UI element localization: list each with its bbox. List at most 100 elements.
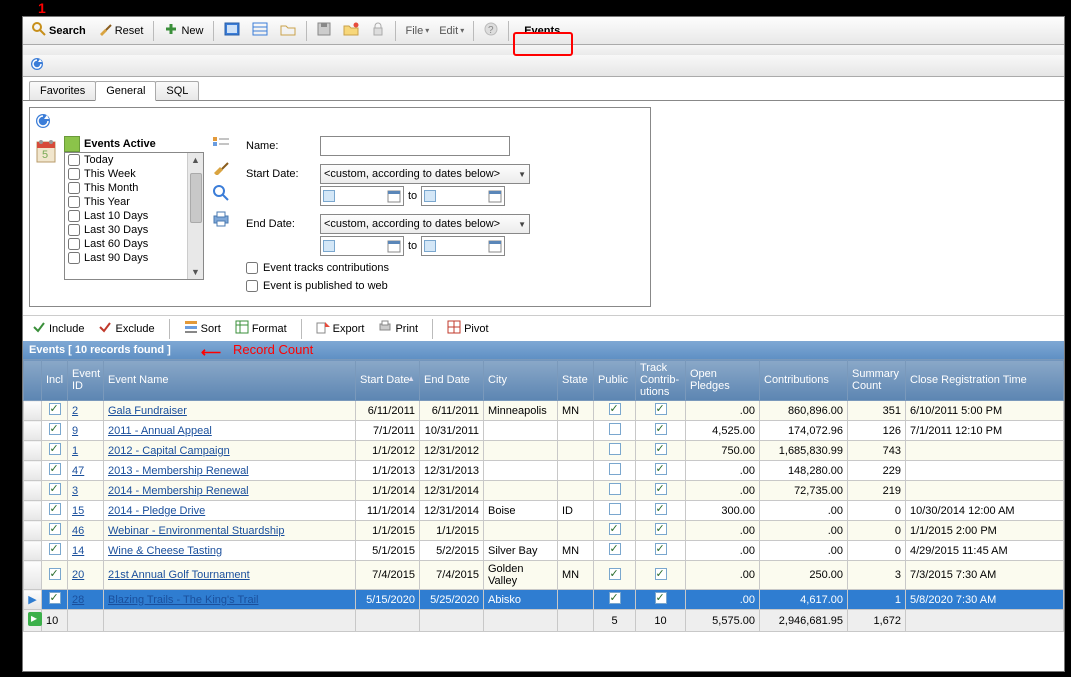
id-link[interactable]: 47 xyxy=(72,465,84,477)
name-link[interactable]: 2011 - Annual Appeal xyxy=(108,425,212,437)
cell-name[interactable]: Blazing Trails - The King's Trail xyxy=(104,590,356,610)
cell-name[interactable]: 2012 - Capital Campaign xyxy=(104,441,356,461)
table-row[interactable]: 472013 - Membership Renewal1/1/201312/31… xyxy=(24,461,1064,481)
tab-sql[interactable]: SQL xyxy=(155,81,199,100)
cell-name[interactable]: Gala Fundraiser xyxy=(104,401,356,421)
cell-name[interactable]: 2011 - Annual Appeal xyxy=(104,421,356,441)
cell-track[interactable] xyxy=(636,401,686,421)
table-row[interactable]: ▶28Blazing Trails - The King's Trail5/15… xyxy=(24,590,1064,610)
folder-button[interactable] xyxy=(275,19,301,42)
calendar-small-icon[interactable] xyxy=(387,189,401,203)
checkbox-icon[interactable] xyxy=(655,483,667,495)
date-range-checkbox[interactable] xyxy=(68,154,80,166)
lock-button[interactable] xyxy=(366,19,390,42)
end-date-from[interactable] xyxy=(320,236,404,256)
name-link[interactable]: Webinar - Environmental Stuardship xyxy=(108,525,285,537)
cell-id[interactable]: 14 xyxy=(68,541,104,561)
panel-grey-button[interactable] xyxy=(247,19,273,42)
table-row[interactable]: 152014 - Pledge Drive11/1/201412/31/2014… xyxy=(24,501,1064,521)
col-incl[interactable]: Incl xyxy=(42,360,68,401)
cell-incl[interactable] xyxy=(42,501,68,521)
date-range-list[interactable]: TodayThis WeekThis MonthThis YearLast 10… xyxy=(64,152,204,280)
checkbox-icon[interactable] xyxy=(609,443,621,455)
checkbox-icon[interactable] xyxy=(609,592,621,604)
export-button[interactable]: Export xyxy=(313,318,368,339)
id-link[interactable]: 14 xyxy=(72,545,84,557)
cell-track[interactable] xyxy=(636,501,686,521)
refresh-icon[interactable] xyxy=(34,112,52,130)
checkbox-icon[interactable] xyxy=(609,463,621,475)
cell-name[interactable]: Wine & Cheese Tasting xyxy=(104,541,356,561)
tab-general[interactable]: General xyxy=(95,81,156,101)
checkbox-icon[interactable] xyxy=(49,403,61,415)
col-public[interactable]: Public xyxy=(594,360,636,401)
checkbox-icon[interactable] xyxy=(655,423,667,435)
search-button[interactable]: Search xyxy=(27,19,91,42)
checkbox-icon[interactable] xyxy=(655,523,667,535)
col-state[interactable]: State xyxy=(558,360,594,401)
cell-track[interactable] xyxy=(636,521,686,541)
checkbox-icon[interactable] xyxy=(655,592,667,604)
cell-public[interactable] xyxy=(594,541,636,561)
checkbox-icon[interactable] xyxy=(49,443,61,455)
table-row[interactable]: 92011 - Annual Appeal7/1/201110/31/20114… xyxy=(24,421,1064,441)
start-date-from[interactable] xyxy=(320,186,404,206)
date-checkbox[interactable] xyxy=(323,190,335,202)
cell-incl[interactable] xyxy=(42,441,68,461)
table-row[interactable]: 14Wine & Cheese Tasting5/1/20155/2/2015S… xyxy=(24,541,1064,561)
cell-public[interactable] xyxy=(594,421,636,441)
name-link[interactable]: Gala Fundraiser xyxy=(108,405,187,417)
end-date-combo[interactable]: <custom, according to dates below>▼ xyxy=(320,214,530,234)
checkbox-icon[interactable] xyxy=(609,503,621,515)
start-date-combo[interactable]: <custom, according to dates below>▼ xyxy=(320,164,530,184)
cell-public[interactable] xyxy=(594,481,636,501)
cell-track[interactable] xyxy=(636,421,686,441)
date-range-checkbox[interactable] xyxy=(68,196,80,208)
checkbox-icon[interactable] xyxy=(609,543,621,555)
published-checkbox[interactable] xyxy=(246,280,258,292)
checkbox-icon[interactable] xyxy=(609,483,621,495)
scrollbar[interactable]: ▲ ▼ xyxy=(187,153,203,279)
name-link[interactable]: 2013 - Membership Renewal xyxy=(108,465,249,477)
cell-incl[interactable] xyxy=(42,481,68,501)
cell-name[interactable]: Webinar - Environmental Stuardship xyxy=(104,521,356,541)
checkbox-icon[interactable] xyxy=(49,568,61,580)
edit-menu[interactable]: Edit▾ xyxy=(435,23,468,39)
checkbox-icon[interactable] xyxy=(49,463,61,475)
col-id[interactable]: Event ID xyxy=(68,360,104,401)
date-range-item[interactable]: Last 10 Days xyxy=(65,209,187,223)
save-button[interactable] xyxy=(312,19,336,42)
cell-id[interactable]: 1 xyxy=(68,441,104,461)
col-end[interactable]: End Date xyxy=(420,360,484,401)
col-close[interactable]: Close Registration Time xyxy=(906,360,1064,401)
cell-id[interactable]: 28 xyxy=(68,590,104,610)
exclude-button[interactable]: Exclude xyxy=(95,318,157,339)
date-range-item[interactable]: This Month xyxy=(65,181,187,195)
tab-favorites[interactable]: Favorites xyxy=(29,81,96,100)
cell-track[interactable] xyxy=(636,541,686,561)
checkbox-icon[interactable] xyxy=(655,443,667,455)
id-link[interactable]: 2 xyxy=(72,405,78,417)
cell-public[interactable] xyxy=(594,461,636,481)
cell-incl[interactable] xyxy=(42,401,68,421)
cell-incl[interactable] xyxy=(42,421,68,441)
col-contrib[interactable]: Contributions xyxy=(760,360,848,401)
cell-id[interactable]: 15 xyxy=(68,501,104,521)
date-range-item[interactable]: Last 30 Days xyxy=(65,223,187,237)
calendar-small-icon[interactable] xyxy=(488,189,502,203)
cell-id[interactable]: 9 xyxy=(68,421,104,441)
print-button[interactable]: Print xyxy=(375,318,421,339)
cell-track[interactable] xyxy=(636,461,686,481)
date-range-checkbox[interactable] xyxy=(68,224,80,236)
checkbox-icon[interactable] xyxy=(655,568,667,580)
name-link[interactable]: 21st Annual Golf Tournament xyxy=(108,569,250,581)
date-range-checkbox[interactable] xyxy=(68,182,80,194)
table-row[interactable]: 2Gala Fundraiser6/11/20116/11/2011Minnea… xyxy=(24,401,1064,421)
name-link[interactable]: Wine & Cheese Tasting xyxy=(108,545,222,557)
cell-incl[interactable] xyxy=(42,521,68,541)
id-link[interactable]: 9 xyxy=(72,425,78,437)
name-link[interactable]: 2014 - Pledge Drive xyxy=(108,505,205,517)
cell-incl[interactable] xyxy=(42,461,68,481)
checkbox-icon[interactable] xyxy=(609,423,621,435)
cell-id[interactable]: 2 xyxy=(68,401,104,421)
